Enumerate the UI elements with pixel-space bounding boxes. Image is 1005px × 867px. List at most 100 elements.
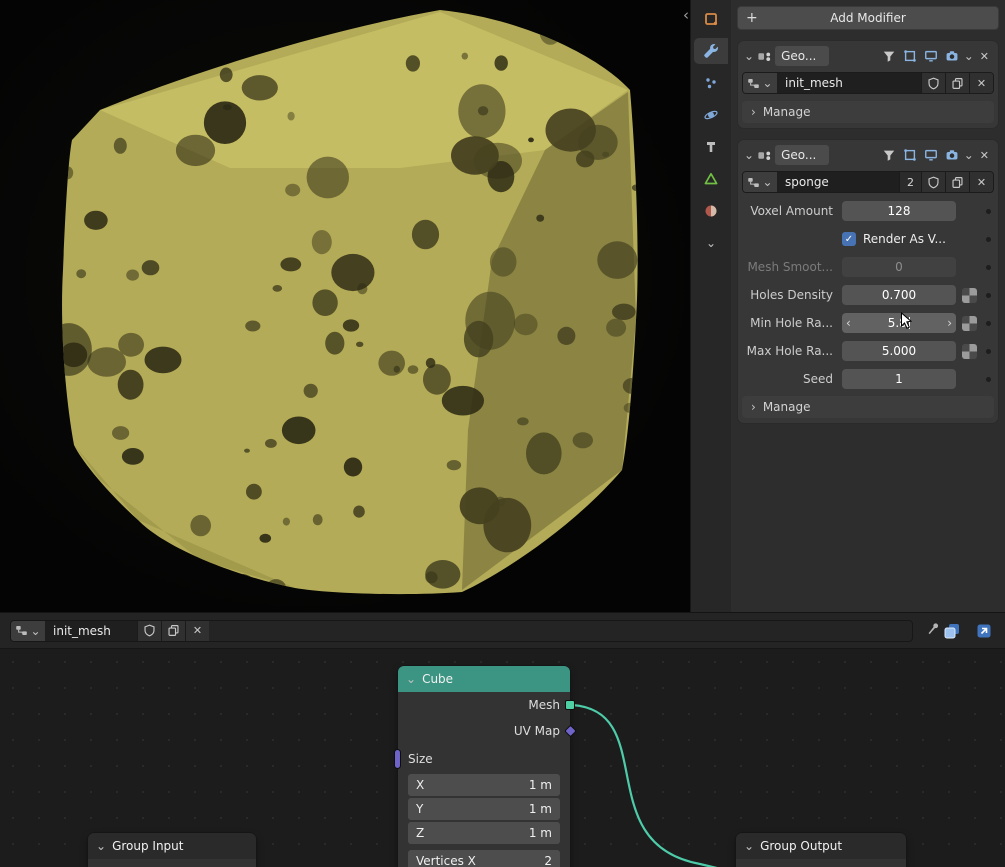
extras-chevron-icon[interactable]: ⌄: [964, 150, 974, 160]
duplicate-copy-icon[interactable]: [945, 172, 969, 192]
node-tree-name-field[interactable]: init_mesh: [45, 621, 137, 641]
constraints-tab[interactable]: [694, 134, 728, 160]
collapse-chevron-icon[interactable]: ⌄: [96, 841, 106, 851]
particles-tab[interactable]: [694, 70, 728, 96]
properties-editor: ⌄ + Add Modifier ⌄ Geo... ⌄: [690, 0, 1005, 612]
node-group-name-field[interactable]: init_mesh: [777, 73, 921, 93]
filter-icon[interactable]: [880, 147, 898, 163]
physics-icon: [703, 107, 719, 123]
modifier-name-field[interactable]: Geo...: [775, 46, 829, 66]
object-properties-tab[interactable]: [694, 6, 728, 32]
fake-user-shield-icon[interactable]: [921, 172, 945, 192]
3d-viewport[interactable]: ‹: [0, 0, 690, 612]
duplicate-copy-icon[interactable]: [161, 621, 185, 641]
texture-checker-icon[interactable]: [962, 288, 977, 303]
pin-icon[interactable]: [925, 621, 941, 640]
render-toggle-camera-icon[interactable]: [943, 48, 961, 64]
unlink-icon[interactable]: ✕: [969, 73, 993, 93]
expand-chevron-icon[interactable]: ⌄: [744, 51, 754, 61]
group-output-header[interactable]: ⌄ Group Output: [736, 833, 906, 859]
fake-user-shield-icon[interactable]: [137, 621, 161, 641]
node-group-selector[interactable]: ⌄: [743, 73, 777, 93]
size-input-row: Size: [398, 744, 570, 774]
realtime-display-toggle-icon[interactable]: [922, 147, 940, 163]
mesh-output-row: Mesh: [398, 692, 570, 718]
node-tree-selector[interactable]: ⌄: [11, 621, 45, 641]
edit-mode-toggle-icon[interactable]: [901, 147, 919, 163]
size-vector-socket[interactable]: [394, 749, 401, 769]
decorator-dot[interactable]: [986, 293, 991, 298]
node-group-selector[interactable]: ⌄: [743, 172, 777, 192]
realtime-display-toggle-icon[interactable]: [922, 48, 940, 64]
object-data-tab[interactable]: [694, 166, 728, 192]
snapping-icon[interactable]: [941, 621, 963, 641]
decrement-arrow-icon[interactable]: ‹: [846, 318, 851, 328]
duplicate-copy-icon[interactable]: [945, 73, 969, 93]
filter-icon[interactable]: [880, 48, 898, 64]
decorator-dot[interactable]: [986, 321, 991, 326]
socket-label: Size: [408, 752, 433, 766]
decorator-dot[interactable]: [986, 209, 991, 214]
checkbox-label: Render As V...: [863, 232, 946, 246]
sidebar-collapse-arrow[interactable]: ‹: [683, 8, 689, 23]
decorator-dot[interactable]: [986, 237, 991, 242]
cube-node[interactable]: ⌄ Cube Mesh UV Map Size: [398, 666, 570, 867]
render-as-volume-checkbox[interactable]: ✓ Render As V...: [842, 232, 946, 246]
node-editor-header: ⌄ init_mesh ✕: [0, 613, 1005, 649]
unlink-icon[interactable]: ✕: [185, 621, 209, 641]
modifier-properties-tab[interactable]: [694, 38, 728, 64]
decorator-dot[interactable]: [986, 349, 991, 354]
extras-chevron-icon[interactable]: ⌄: [964, 51, 974, 61]
collapse-chevron-icon[interactable]: ⌄: [744, 841, 754, 851]
overlays-icon[interactable]: [973, 621, 995, 641]
particles-icon: [703, 75, 719, 91]
node-canvas[interactable]: ⌄ Cube Mesh UV Map Size: [0, 649, 1005, 867]
node-title: Cube: [422, 672, 453, 686]
size-z-field[interactable]: Z 1 m: [408, 822, 560, 844]
more-tabs-chevron[interactable]: ⌄: [694, 230, 728, 256]
user-count-badge[interactable]: 2: [899, 172, 921, 192]
manage-subpanel[interactable]: › Manage: [742, 101, 994, 123]
field-value: 1 m: [529, 826, 552, 840]
size-y-field[interactable]: Y 1 m: [408, 798, 560, 820]
field-label: Mesh Smoot...: [742, 260, 842, 274]
voxel-amount-field[interactable]: 128: [842, 201, 956, 221]
uv-map-output-socket[interactable]: [564, 725, 577, 738]
render-toggle-camera-icon[interactable]: [943, 147, 961, 163]
mesh-output-socket[interactable]: [565, 700, 575, 710]
collapse-chevron-icon[interactable]: ⌄: [406, 674, 416, 684]
max-hole-radius-field[interactable]: 5.000: [842, 341, 956, 361]
holes-density-field[interactable]: 0.700: [842, 285, 956, 305]
texture-checker-icon[interactable]: [962, 344, 977, 359]
group-input-header[interactable]: ⌄ Group Input: [88, 833, 256, 859]
material-tab[interactable]: [694, 198, 728, 224]
seed-field[interactable]: 1: [842, 369, 956, 389]
min-hole-radius-field[interactable]: ‹ 5.8 ›: [842, 313, 956, 333]
add-modifier-label: Add Modifier: [830, 11, 906, 25]
close-modifier-icon[interactable]: ✕: [977, 50, 992, 63]
expand-chevron-icon[interactable]: ⌄: [744, 150, 754, 160]
close-modifier-icon[interactable]: ✕: [977, 149, 992, 162]
properties-tab-strip: ⌄: [691, 0, 731, 612]
decorator-dot[interactable]: [986, 265, 991, 270]
sponge-render: [0, 0, 690, 612]
cube-node-header[interactable]: ⌄ Cube: [398, 666, 570, 692]
fake-user-shield-icon[interactable]: [921, 73, 945, 93]
vertices-x-field[interactable]: Vertices X 2: [408, 850, 560, 867]
add-modifier-button[interactable]: + Add Modifier: [737, 6, 999, 30]
group-output-node[interactable]: ⌄ Group Output: [736, 833, 906, 867]
unlink-icon[interactable]: ✕: [969, 172, 993, 192]
decorator-dot[interactable]: [986, 377, 991, 382]
size-x-field[interactable]: X 1 m: [408, 774, 560, 796]
physics-tab[interactable]: [694, 102, 728, 128]
manage-subpanel[interactable]: › Manage: [742, 396, 994, 418]
modifier-name-field[interactable]: Geo...: [775, 145, 829, 165]
mesh-smoothing-row: Mesh Smoot... 0: [742, 256, 996, 278]
node-group-name-field[interactable]: sponge: [777, 172, 899, 192]
group-input-node[interactable]: ⌄ Group Input: [88, 833, 256, 867]
mesh-smoothing-field[interactable]: 0: [842, 257, 956, 277]
increment-arrow-icon[interactable]: ›: [947, 318, 952, 328]
edit-mode-toggle-icon[interactable]: [901, 48, 919, 64]
uv-map-output-row: UV Map: [398, 718, 570, 744]
texture-checker-icon[interactable]: [962, 316, 977, 331]
